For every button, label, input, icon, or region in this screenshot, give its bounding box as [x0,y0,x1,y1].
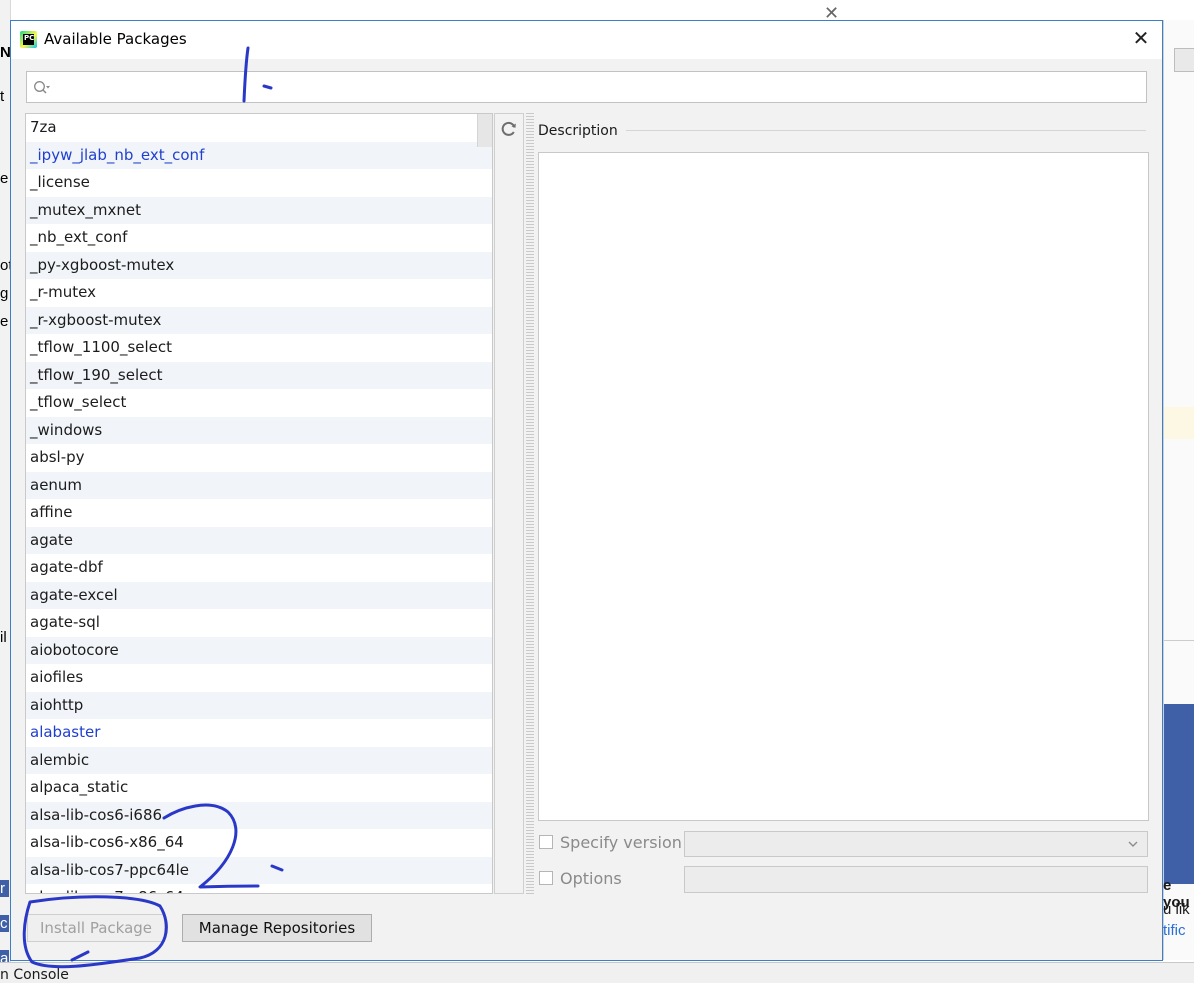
background-divider [1164,640,1194,641]
search-input[interactable] [26,71,1147,103]
package-row[interactable]: alsa-lib-cos6-i686 [26,801,492,829]
package-row[interactable]: aiofiles [26,664,492,692]
background-tool-button[interactable] [1174,48,1194,72]
package-row[interactable]: affine [26,499,492,527]
specify-version-checkbox[interactable] [539,835,553,849]
chevron-down-icon [1128,841,1138,847]
package-rows: 7za _ipyw_jlab_nb_ext_conf _license _mutex_… [26,114,492,893]
package-row[interactable]: agate-excel [26,581,492,609]
panel-splitter[interactable] [526,113,534,894]
background-blue-panel [1164,704,1194,884]
scrollbar-thumb[interactable] [477,114,492,147]
package-row[interactable]: 7za [26,114,492,142]
dialog-title: Available Packages [44,30,187,48]
package-row[interactable]: _ipyw_jlab_nb_ext_conf [26,141,492,169]
background-text: u lik [1163,901,1190,918]
package-row[interactable]: _license [26,169,492,197]
package-row[interactable]: agate-dbf [26,554,492,582]
list-toolbar [494,113,524,894]
options-input[interactable] [684,866,1148,893]
background-text: e [0,313,9,330]
package-row[interactable]: alpaca_static [26,774,492,802]
install-package-button[interactable]: Install Package [27,914,165,942]
refresh-icon[interactable] [500,120,518,138]
package-row[interactable]: _tflow_190_select [26,361,492,389]
description-label: Description [538,123,626,139]
background-text: g [0,285,9,302]
available-packages-dialog: PC Available Packages ✕ 7za _ipyw_jlab_nb… [10,20,1163,961]
options-label: Options [560,869,622,888]
package-row[interactable]: _nb_ext_conf [26,224,492,252]
specify-version-label: Specify version [560,833,682,852]
package-row[interactable]: _tflow_1100_select [26,334,492,362]
package-row[interactable]: absl-py [26,444,492,472]
description-area [538,152,1149,821]
package-row[interactable]: agate [26,526,492,554]
logo-text: PC [23,34,34,45]
background-right-panel [1163,20,1194,960]
background-text: e [0,170,9,187]
version-select[interactable] [684,831,1148,857]
package-row[interactable]: aiobotocore [26,636,492,664]
package-row[interactable]: aiohttp [26,691,492,719]
package-row[interactable]: agate-sql [26,609,492,637]
package-row[interactable]: alabaster [26,719,492,747]
package-row[interactable]: _r-xgboost-mutex [26,306,492,334]
package-row[interactable]: _windows [26,416,492,444]
package-row[interactable]: _tflow_select [26,389,492,417]
package-row[interactable]: aenum [26,471,492,499]
package-list[interactable]: 7za _ipyw_jlab_nb_ext_conf _license _mutex_… [25,113,493,894]
pycharm-logo-icon: PC [20,31,37,48]
search-icon[interactable] [33,80,51,96]
package-row[interactable]: alsa-lib-cos7-ppc64le [26,856,492,884]
package-row[interactable]: _r-mutex [26,279,492,307]
package-row[interactable]: _py-xgboost-mutex [26,251,492,279]
title-bar: PC Available Packages ✕ [11,21,1162,59]
close-icon[interactable]: ✕ [1130,27,1152,49]
background-text: t [0,88,5,105]
options-checkbox[interactable] [539,871,553,885]
background-highlight [1164,407,1194,439]
background-text: r [0,880,9,897]
background-text: tific [1163,922,1186,939]
background-status-bar: n Console [0,962,1194,983]
background-text: c [0,915,9,932]
background-text: il [0,629,7,646]
package-row[interactable]: _mutex_mxnet [26,196,492,224]
description-separator [538,130,1146,131]
package-row[interactable]: alsa-lib-cos6-x86_64 [26,829,492,857]
manage-repositories-button[interactable]: Manage Repositories [182,914,372,942]
package-row[interactable]: alsa-lib-cos7-x86_64 [26,884,492,893]
package-row[interactable]: alembic [26,746,492,774]
